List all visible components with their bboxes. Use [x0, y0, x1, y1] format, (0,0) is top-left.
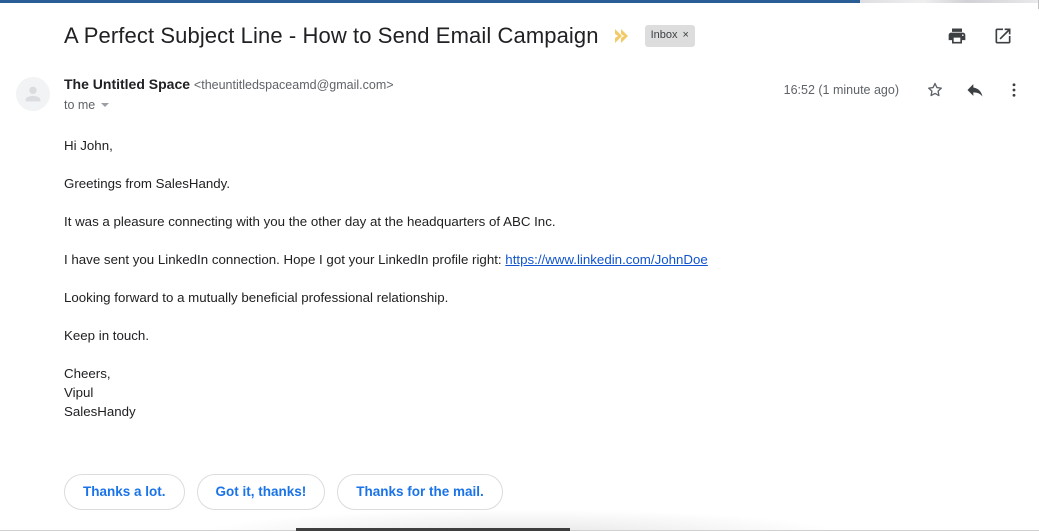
- signature-line: Vipul: [64, 385, 94, 400]
- message-actions: 16:52 (1 minute ago): [784, 72, 1023, 100]
- more-options-icon[interactable]: [1005, 80, 1023, 100]
- body-paragraph: Greetings from SalesHandy.: [64, 176, 231, 191]
- avatar: [16, 77, 50, 111]
- gmail-message-view: A Perfect Subject Line - How to Send Ema…: [0, 0, 1039, 531]
- smart-reply-button[interactable]: Thanks for the mail.: [337, 474, 503, 510]
- page-title: A Perfect Subject Line - How to Send Ema…: [64, 23, 599, 48]
- body-paragraph: Looking forward to a mutually beneficial…: [64, 290, 449, 305]
- reply-arrow-icon[interactable]: [965, 80, 985, 100]
- header-action-icons: [947, 26, 1013, 46]
- smart-reply-bar: Thanks a lot. Got it, thanks! Thanks for…: [64, 474, 503, 510]
- signature-line: Cheers,: [64, 366, 111, 381]
- browser-chrome-fragment: [860, 0, 1039, 3]
- chevron-down-icon: [101, 103, 110, 107]
- open-in-new-window-icon[interactable]: [993, 26, 1013, 46]
- body-paragraph-linkedin: I have sent you LinkedIn connection. Hop…: [64, 250, 1009, 269]
- print-icon[interactable]: [947, 26, 967, 46]
- signature-block: Cheers, Vipul SalesHandy: [64, 364, 1009, 421]
- sender-name: The Untitled Space: [64, 76, 191, 92]
- label-chip-text: Inbox: [650, 29, 678, 41]
- sender-email: <theuntitledspaceamd@gmail.com>: [193, 78, 394, 92]
- sender-identity-line: The Untitled Space <theuntitledspaceamd@…: [64, 75, 394, 94]
- smart-reply-button[interactable]: Got it, thanks!: [196, 474, 326, 510]
- recipient-dropdown[interactable]: to me: [64, 98, 110, 112]
- remove-label-icon[interactable]: ×: [683, 30, 689, 41]
- sender-info: The Untitled Space <theuntitledspaceamd@…: [64, 72, 394, 114]
- body-paragraph: Keep in touch.: [64, 328, 150, 343]
- linkedin-text: I have sent you LinkedIn connection. Hop…: [64, 252, 506, 267]
- signature-line: SalesHandy: [64, 404, 136, 419]
- subject-header: A Perfect Subject Line - How to Send Ema…: [0, 14, 1039, 58]
- recipient-label: to me: [64, 98, 96, 112]
- sender-header: The Untitled Space <theuntitledspaceamd@…: [0, 72, 1039, 118]
- message-timestamp: 16:52 (1 minute ago): [783, 83, 899, 97]
- browser-accent-strip: [0, 0, 860, 3]
- message-body: Hi John, Greetings from SalesHandy. It w…: [64, 136, 1009, 421]
- smart-reply-button[interactable]: Thanks a lot.: [64, 474, 185, 510]
- star-icon[interactable]: [925, 80, 945, 100]
- body-paragraph: Hi John,: [64, 138, 113, 153]
- linkedin-profile-link[interactable]: https://www.linkedin.com/JohnDoe: [505, 252, 708, 267]
- label-chip-inbox[interactable]: Inbox ×: [644, 25, 695, 47]
- importance-marker-icon[interactable]: [613, 28, 633, 44]
- body-paragraph: It was a pleasure connecting with you th…: [64, 214, 556, 229]
